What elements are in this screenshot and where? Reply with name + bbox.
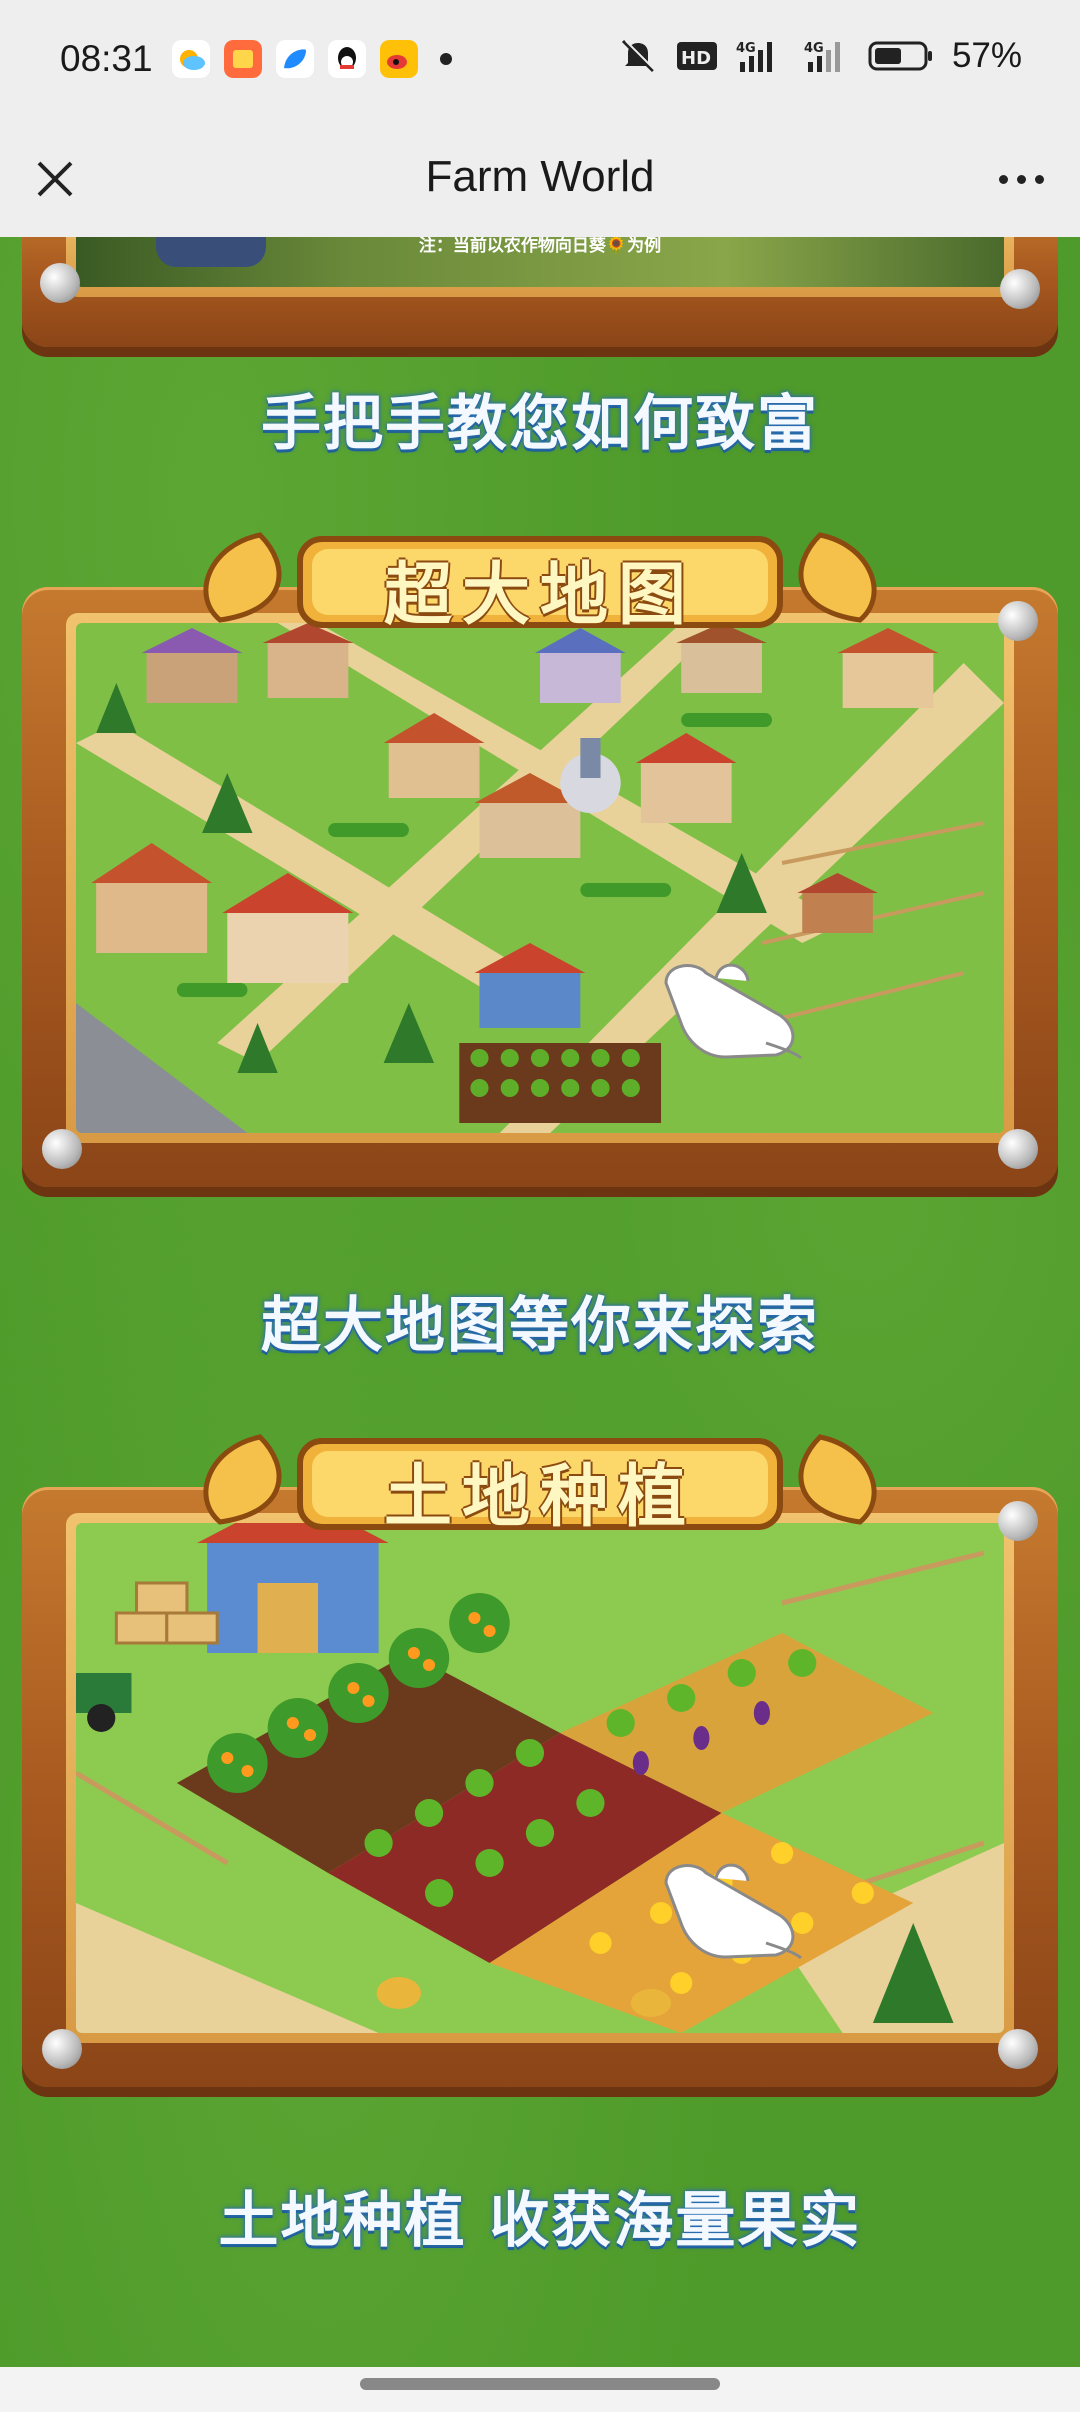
signal-4g-2-icon: 4G (804, 41, 840, 72)
tutorial-image: 注：当前以农作物向日葵🌻为例 (76, 237, 1004, 287)
more-dot-icon (1016, 174, 1026, 184)
weather-icon (172, 40, 210, 78)
signal-4g-icon: 4G (736, 41, 772, 72)
svg-text:4G: 4G (804, 41, 824, 56)
notification-icons (172, 40, 452, 78)
tutorial-note: 注：当前以农作物向日葵🌻为例 (418, 237, 662, 256)
map-header-title: 超大地图 (383, 556, 696, 635)
qq-icon (328, 40, 366, 78)
svg-text:HD: HD (681, 48, 711, 69)
pointing-hand-icon (664, 1863, 803, 1960)
more-dot-icon (1034, 174, 1044, 184)
app-store-icon (224, 40, 262, 78)
mute-icon (621, 39, 657, 73)
weibo-icon (380, 40, 418, 78)
nail (42, 2029, 82, 2069)
nail (998, 1129, 1038, 1169)
map-image (76, 623, 1004, 1133)
nail (998, 1501, 1038, 1541)
planting-header-badge: 土地种植 (203, 1427, 877, 1537)
planting-frame (22, 1487, 1058, 2087)
nail (998, 2029, 1038, 2069)
nail (1000, 269, 1040, 309)
browser-icon (276, 40, 314, 78)
more-options-button[interactable] (984, 146, 1058, 212)
battery-percent: 57% (951, 36, 1022, 75)
svg-text:4G: 4G (736, 41, 756, 56)
map-frame (22, 587, 1058, 1187)
status-time: 08:31 (60, 38, 153, 79)
nail (40, 263, 80, 303)
hd-icon: HD (676, 42, 717, 70)
map-caption: 超大地图等你来探索 (261, 1291, 819, 1361)
planting-illustration (76, 1523, 1004, 2033)
status-bar: 08:31 HD 4G 4G 57% (0, 0, 1080, 124)
more-notifications-dot (440, 53, 452, 65)
battery-icon (868, 41, 932, 71)
pointing-hand-icon (664, 963, 803, 1060)
system-icons: HD 4G 4G 57% (618, 36, 1022, 76)
planting-header-title: 土地种植 (383, 1458, 696, 1537)
more-dot-icon (998, 174, 1008, 184)
nail (998, 601, 1038, 641)
home-indicator[interactable] (360, 2378, 720, 2390)
planting-caption: 土地种植 收获海量果实 (218, 2186, 862, 2256)
map-header-badge: 超大地图 (203, 525, 877, 635)
page-title: Farm World (425, 152, 655, 201)
map-illustration (76, 623, 1004, 1133)
web-content[interactable]: 注：当前以农作物向日葵🌻为例 手把手教您如何致富 超大地图 超大地图等你来探索 … (0, 237, 1080, 2367)
title-bar: Farm World (0, 124, 1080, 237)
tutorial-caption: 手把手教您如何致富 (261, 389, 819, 459)
nail (42, 1129, 82, 1169)
tutorial-frame: 注：当前以农作物向日葵🌻为例 (22, 237, 1058, 347)
planting-image (76, 1523, 1004, 2033)
